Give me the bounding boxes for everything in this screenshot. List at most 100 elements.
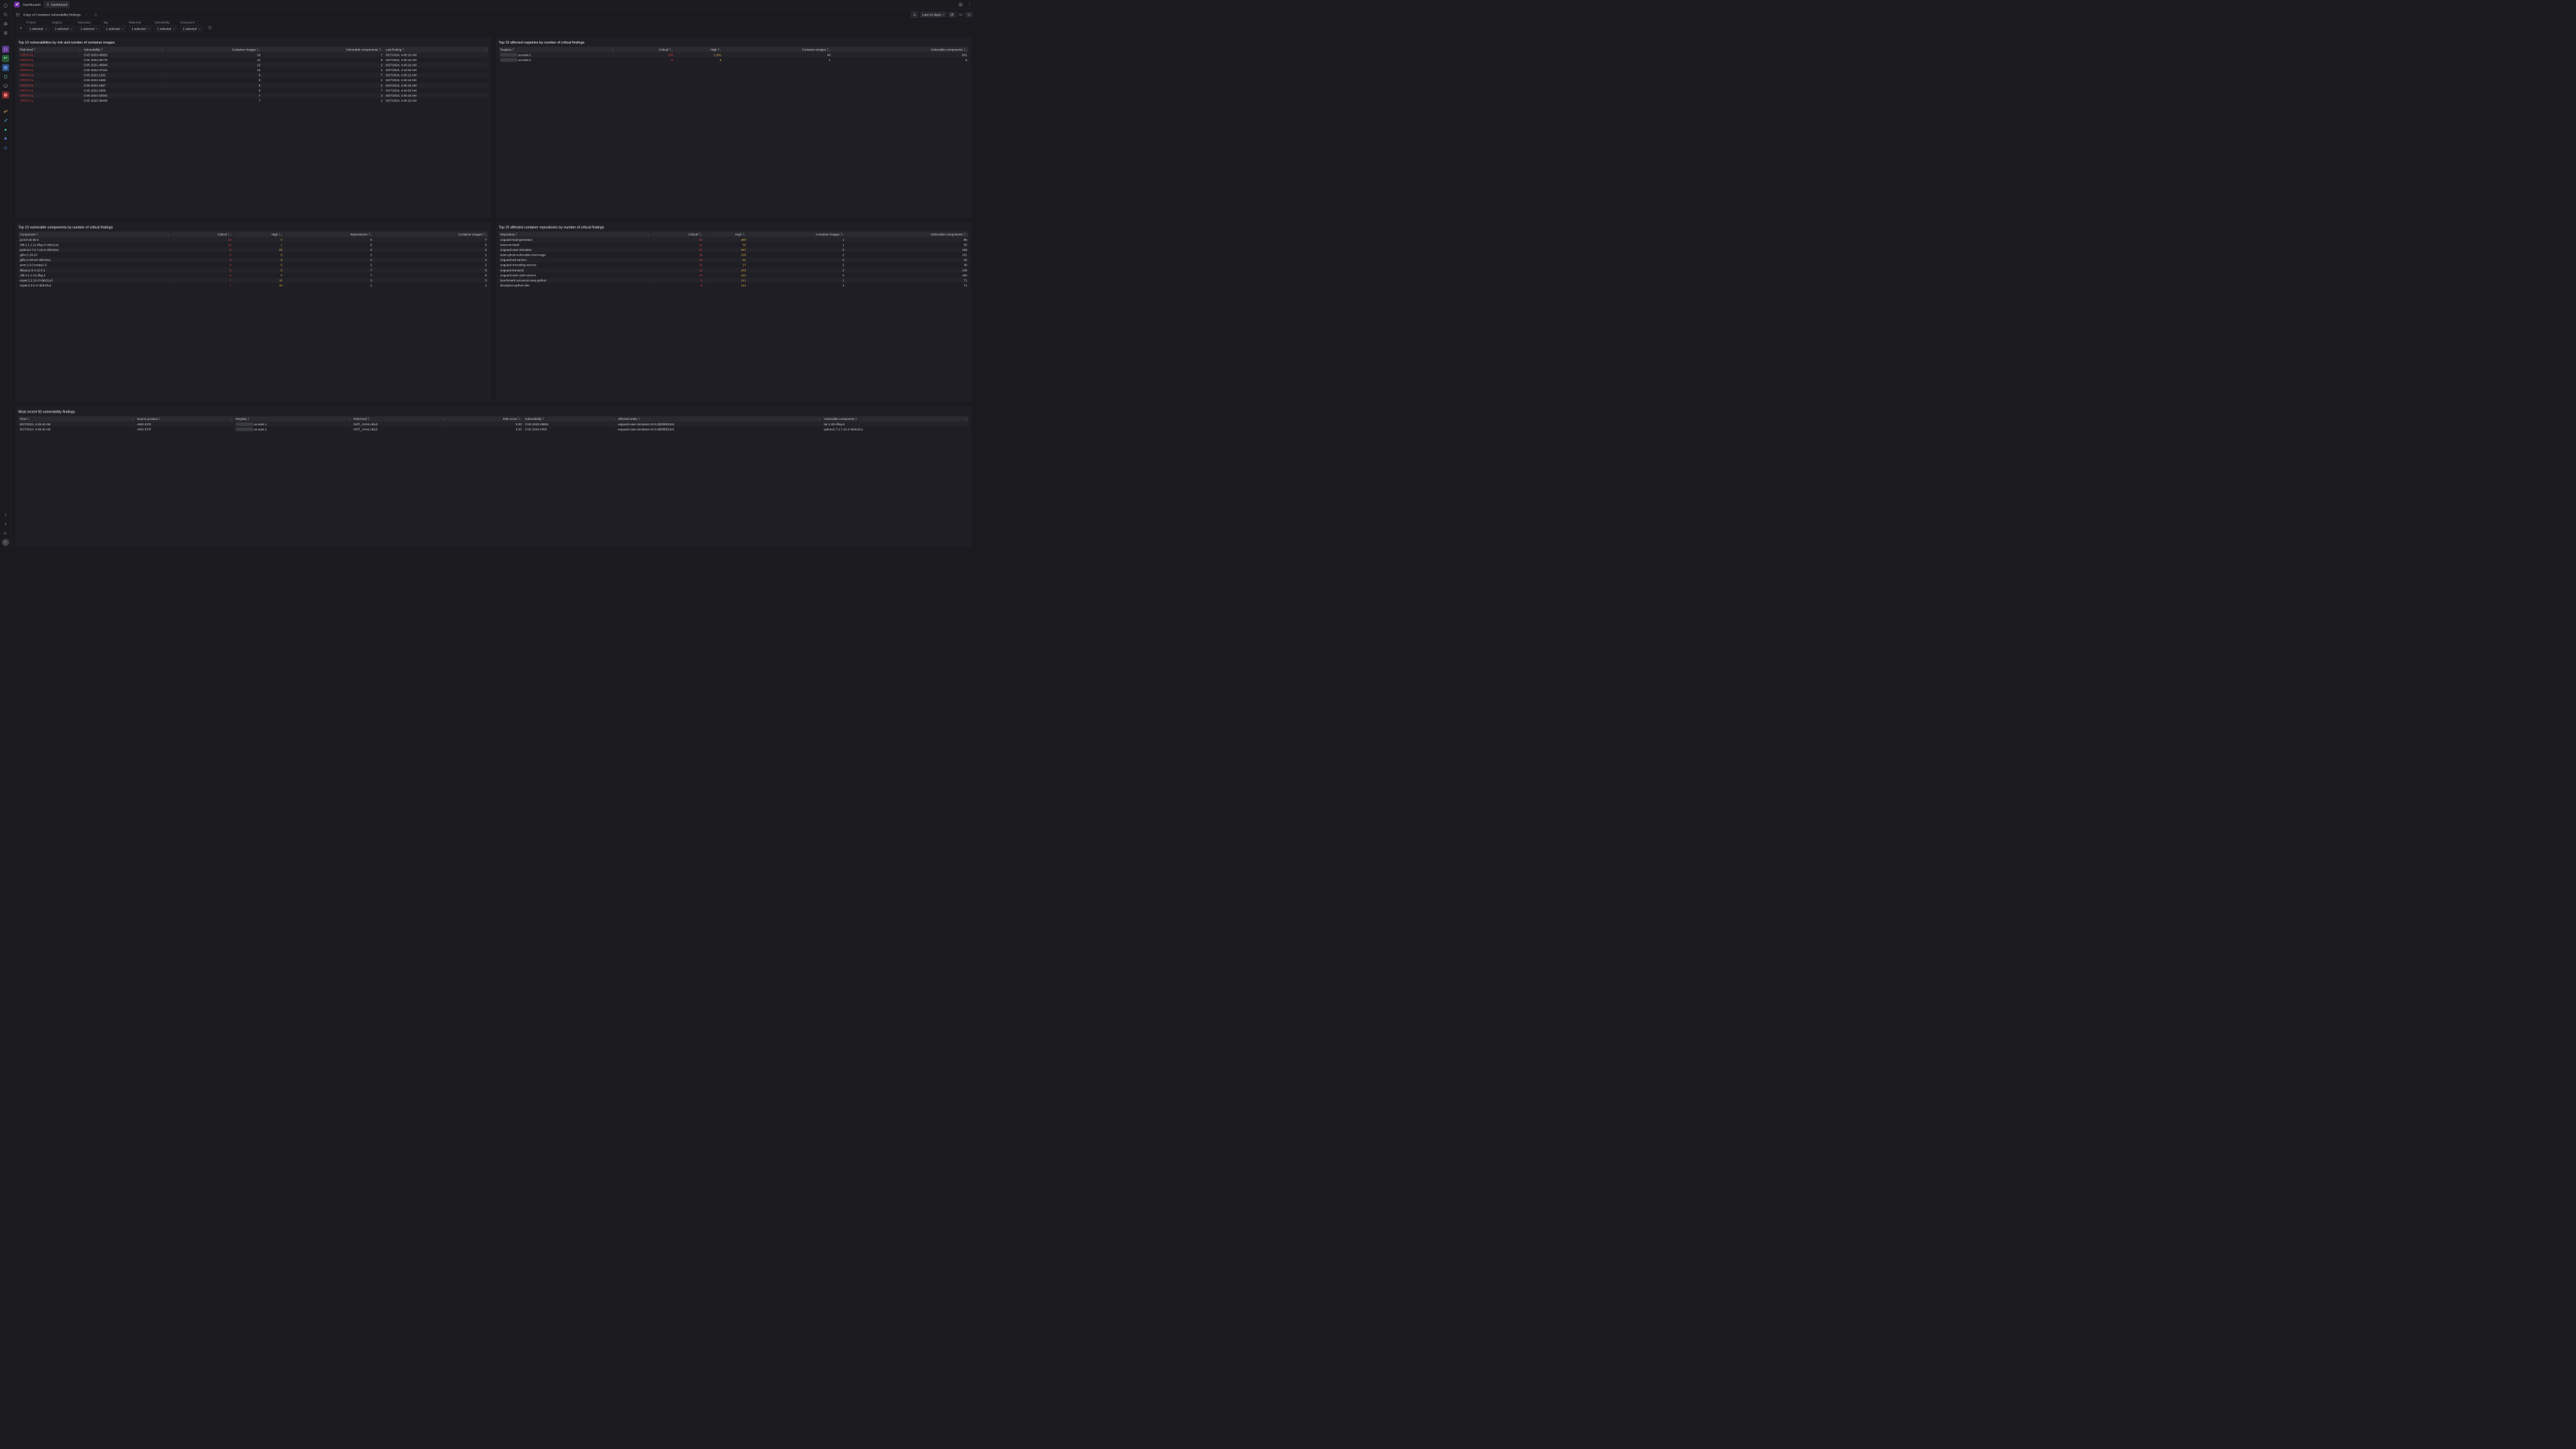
column-menu-icon[interactable]	[485, 48, 486, 51]
column-menu-icon[interactable]	[648, 233, 649, 236]
column-header[interactable]: Risk score	[447, 416, 523, 421]
add-button[interactable]: ＋	[911, 11, 918, 18]
column-header[interactable]: High	[704, 231, 747, 237]
table-row[interactable]: unguard-user-simulator212972136	[498, 248, 969, 253]
info-icon[interactable]	[207, 24, 213, 31]
settings-button[interactable]	[965, 12, 973, 17]
column-menu-icon[interactable]	[965, 233, 967, 236]
alert-icon[interactable]: !	[2, 91, 9, 99]
reload-button[interactable]	[948, 12, 955, 17]
table-row[interactable]: libtasn1-6:4.16.0-28078	[18, 268, 488, 273]
column-menu-icon[interactable]	[745, 233, 746, 236]
sort-icon[interactable]	[34, 48, 36, 51]
column-menu-icon[interactable]	[965, 417, 967, 421]
table-row[interactable]: ████████.us-east-19915	[498, 58, 969, 63]
page-menu-icon[interactable]	[83, 11, 90, 18]
table-row[interactable]: CRITICALCVE-2022-1586926/27/2024, 4:45:1…	[18, 78, 488, 83]
table-row[interactable]: CRITICALCVE-2023-38408726/27/2024, 4:45:…	[18, 98, 488, 103]
column-menu-icon[interactable]	[132, 417, 133, 421]
column-menu-icon[interactable]	[843, 233, 844, 236]
table-row[interactable]: unguard-microblog-service1637239	[498, 262, 969, 268]
time-range-selector[interactable]: Last 14 days	[920, 11, 947, 17]
column-header[interactable]: Vulnerability	[82, 47, 164, 52]
key-icon[interactable]	[2, 108, 9, 115]
gear-icon[interactable]	[2, 144, 9, 152]
dropdown-button[interactable]	[958, 13, 963, 16]
table-row[interactable]: CRITICALCVE-2022-374341046/27/2024, 4:44…	[18, 68, 488, 73]
refresh-icon[interactable]	[93, 11, 99, 18]
column-header[interactable]: Vulnerable component	[822, 416, 969, 421]
column-menu-icon[interactable]	[965, 48, 967, 51]
column-header[interactable]: High	[674, 47, 722, 52]
column-header[interactable]: Repositories	[284, 231, 374, 237]
filter-dropdown-risklevel[interactable]: 1 selected	[129, 25, 152, 32]
column-header[interactable]: Source product	[136, 416, 234, 421]
column-menu-icon[interactable]	[485, 233, 486, 236]
table-row[interactable]: zlib:1:1.2.11.dfsg-2+deb11u112166	[18, 242, 488, 248]
table-row[interactable]: expat:2.2.6-2+deb10u171011	[18, 283, 488, 288]
table-row[interactable]: unguard-ad-service1851234	[498, 258, 969, 263]
column-menu-icon[interactable]	[672, 48, 673, 51]
dashboard-icon[interactable]	[2, 55, 9, 62]
sort-icon[interactable]	[855, 417, 857, 420]
table-row[interactable]: CRITICALCVE-2021-468481226/27/2024, 4:45…	[18, 62, 488, 68]
table-row[interactable]: unguard-load-generator34389186	[498, 237, 969, 242]
column-header[interactable]: Affected entity	[616, 416, 822, 421]
sort-icon[interactable]	[159, 417, 161, 420]
table-row[interactable]: 6/27/2024, 4:46:40 AMAWS ECR████████.us-…	[18, 422, 969, 427]
column-header[interactable]: Vulnerable components	[262, 47, 384, 52]
table-row[interactable]: CRITICALCVE-2023-257751296/27/2024, 4:45…	[18, 58, 488, 63]
search-icon[interactable]	[2, 11, 9, 19]
user-avatar[interactable]: V	[2, 539, 9, 546]
breadcrumb[interactable]: Dashboards	[23, 3, 41, 7]
filter-dropdown-repository[interactable]: 1 selected	[78, 25, 101, 32]
column-header[interactable]: Last finding	[384, 47, 488, 52]
monitor-icon[interactable]	[2, 83, 9, 90]
column-menu-icon[interactable]	[819, 417, 820, 421]
apps-icon[interactable]	[2, 30, 9, 37]
expand-icon[interactable]	[2, 511, 9, 519]
column-menu-icon[interactable]	[168, 233, 169, 236]
grid-icon[interactable]	[2, 64, 9, 71]
table-row[interactable]: 6/27/2024, 4:46:40 AMAWS ECR████████.us-…	[18, 427, 969, 432]
column-header[interactable]: Container images	[374, 231, 488, 237]
column-menu-icon[interactable]	[720, 48, 721, 51]
column-header[interactable]: Container images	[164, 47, 262, 52]
sort-icon[interactable]	[402, 48, 405, 51]
column-header[interactable]: Vulnerable components	[846, 231, 969, 237]
column-menu-icon[interactable]	[612, 48, 614, 51]
sort-icon[interactable]	[28, 417, 30, 420]
column-header[interactable]: Risk level	[352, 416, 447, 421]
column-menu-icon[interactable]	[281, 233, 282, 236]
column-menu-icon[interactable]	[230, 233, 231, 236]
table-row[interactable]: CRITICALCVE-2024-32002736/27/2024, 4:45:…	[18, 93, 488, 99]
column-menu-icon[interactable]	[443, 417, 445, 421]
bug-icon[interactable]	[2, 126, 9, 133]
column-menu-icon[interactable]	[829, 48, 830, 51]
column-header[interactable]: Critical	[651, 231, 704, 237]
filter-dropdown-product[interactable]: 1 selected	[26, 25, 49, 32]
sort-icon[interactable]	[543, 417, 545, 420]
column-menu-icon[interactable]	[79, 48, 80, 51]
column-menu-icon[interactable]	[162, 48, 163, 51]
column-header[interactable]: Component	[18, 231, 170, 237]
column-menu-icon[interactable]	[520, 417, 521, 421]
table-row[interactable]: CRITICALCVE-2022-1587926/27/2024, 4:45:1…	[18, 83, 488, 89]
table-row[interactable]: zlib:1:1.2.13.dfsg-18078	[18, 272, 488, 278]
column-header[interactable]: Vulnerability	[523, 416, 616, 421]
column-menu-icon[interactable]	[349, 417, 350, 421]
column-header[interactable]: Container images	[748, 231, 846, 237]
table-row[interactable]: ████████.us-east-12392,39146601	[498, 52, 969, 58]
column-menu-icon[interactable]	[701, 233, 702, 236]
sort-icon[interactable]	[638, 417, 640, 420]
column-header[interactable]: Risk level	[18, 47, 82, 52]
table-row[interactable]: expat:2.2.10-2+deb11u371633	[18, 278, 488, 283]
sort-icon[interactable]	[513, 48, 515, 51]
filter-dropdown-component[interactable]: 1 selected	[180, 25, 203, 32]
sort-icon[interactable]	[248, 417, 250, 420]
column-header[interactable]: High	[233, 231, 284, 237]
radar-icon[interactable]	[2, 20, 9, 28]
sort-icon[interactable]	[368, 417, 370, 420]
more-vert-icon[interactable]	[967, 1, 973, 8]
table-row[interactable]: aom:1.0.0.errata1-38622	[18, 262, 488, 268]
